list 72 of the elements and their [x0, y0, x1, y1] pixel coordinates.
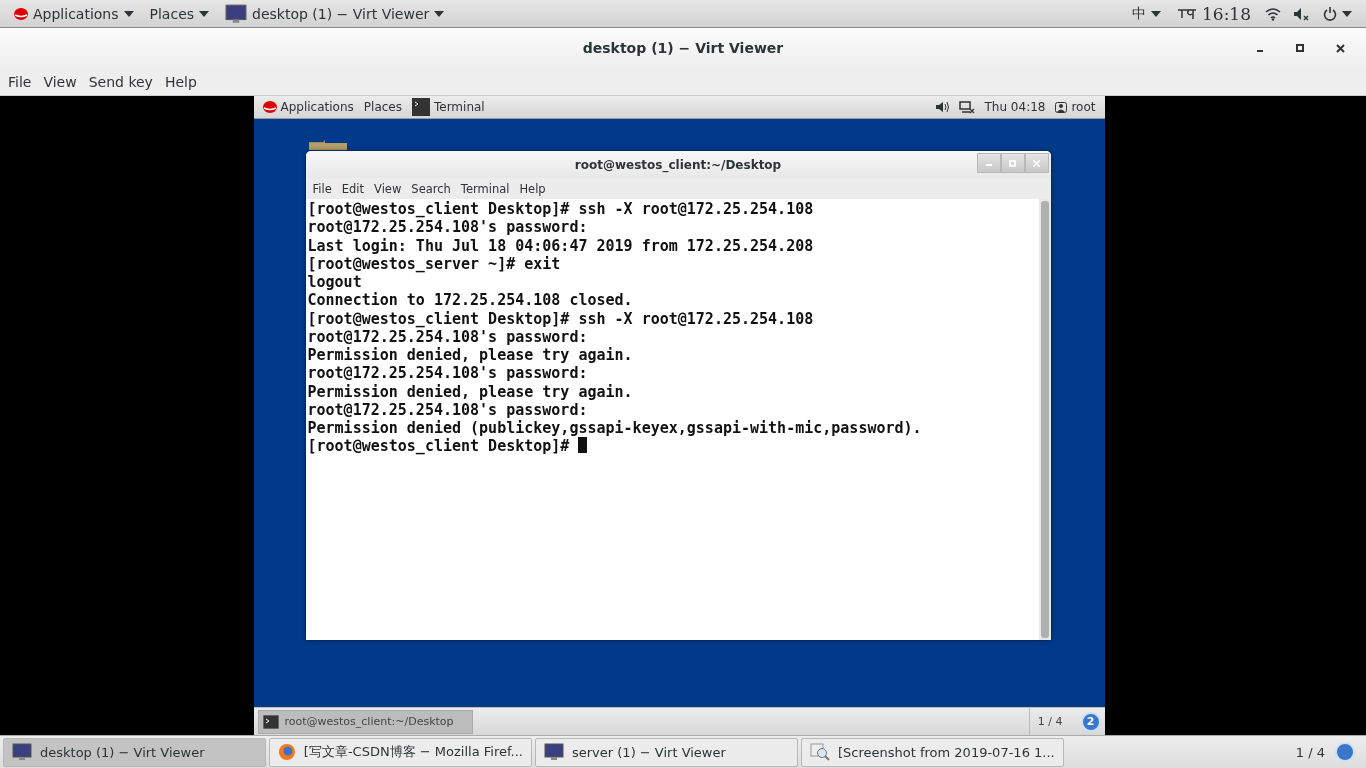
- menu-item[interactable]: Terminal: [455, 181, 515, 196]
- terminal-line: Connection to 172.25.254.108 closed.: [307, 291, 633, 310]
- menu-item[interactable]: View: [37, 73, 83, 90]
- applications-menu[interactable]: Applications: [6, 0, 142, 28]
- caret-icon: [199, 10, 210, 17]
- monitor-icon: [12, 742, 32, 762]
- terminal-icon: [262, 714, 279, 729]
- menu-item[interactable]: View: [369, 181, 407, 196]
- volume-muted-icon[interactable]: [1293, 6, 1309, 21]
- user-icon: [1055, 101, 1068, 113]
- caret-icon: [1151, 10, 1161, 17]
- taskbar-button[interactable]: [写文章-CSDN博客 − Mozilla Firef...: [269, 737, 532, 767]
- terminal-line: [root@westos_server ~]# exit: [307, 254, 561, 273]
- taskbar-button[interactable]: server (1) − Virt Viewer: [535, 737, 798, 767]
- maximize-icon: [1296, 44, 1304, 52]
- caret-icon: [1342, 10, 1352, 17]
- network-icon[interactable]: [958, 100, 975, 114]
- terminal-title: root@westos_client:~/Desktop: [574, 157, 782, 172]
- places-menu[interactable]: Places: [141, 0, 218, 28]
- terminal-line: [root@westos_client Desktop]# ssh -X root@172.25.254.108: [307, 309, 814, 328]
- menu-item[interactable]: File: [307, 181, 337, 196]
- menu-item[interactable]: Send key: [82, 73, 159, 90]
- terminal-icon: [411, 98, 430, 116]
- menu-item[interactable]: Search: [406, 181, 456, 196]
- terminal-line: logout: [307, 273, 362, 291]
- guest-applications-menu[interactable]: Applications: [257, 100, 359, 114]
- caret-icon: [123, 10, 134, 17]
- wifi-icon[interactable]: [1265, 6, 1281, 21]
- user-menu[interactable]: root: [1050, 100, 1101, 114]
- monitor-icon: [544, 742, 564, 762]
- caret-icon: [434, 10, 445, 17]
- browser-icon: [278, 742, 296, 762]
- terminal-line: Permission denied, please try again.: [307, 346, 633, 364]
- menu-item[interactable]: File: [2, 73, 38, 90]
- guest-clock[interactable]: Thu 04:18: [979, 100, 1051, 114]
- guest-app-menu[interactable]: Terminal: [406, 98, 490, 116]
- guest-places-menu[interactable]: Places: [358, 100, 407, 114]
- magnifier-icon: [810, 742, 830, 762]
- folder-icon[interactable]: [308, 140, 347, 150]
- taskbar-button[interactable]: desktop (1) − Virt Viewer: [3, 737, 266, 767]
- terminal-line: root@172.25.254.108's password:: [307, 400, 589, 419]
- workspace-indicator[interactable]: 1 / 4: [1037, 715, 1063, 728]
- terminal-line: [root@westos_client Desktop]#: [307, 437, 571, 456]
- input-method-menu[interactable]: 中: [1124, 0, 1169, 28]
- window-menu[interactable]: desktop (1) − Virt Viewer: [217, 0, 453, 28]
- clock[interactable]: 16:18: [1169, 0, 1259, 28]
- terminal-line: Permission denied, please try again.: [307, 382, 633, 401]
- keyboard-layout-icon: [1177, 6, 1197, 21]
- window-title: desktop (1) − Virt Viewer: [582, 40, 784, 56]
- workspace-indicator[interactable]: 1 / 4: [1295, 744, 1325, 760]
- workspace-icon[interactable]: [1335, 742, 1355, 762]
- terminal-line: [root@westos_client Desktop]# ssh -X root@172.25.254.108: [307, 200, 814, 218]
- terminal-line: root@172.25.254.108's password:: [307, 364, 589, 383]
- close-icon: [1335, 43, 1345, 53]
- redhat-icon: [262, 101, 277, 113]
- text-cursor: [578, 437, 588, 454]
- redhat-icon: [14, 7, 28, 20]
- close-icon: [1033, 159, 1040, 167]
- taskbar-button[interactable]: [Screenshot from 2019-07-16 1...: [801, 737, 1064, 767]
- menu-item[interactable]: Edit: [336, 181, 370, 196]
- volume-icon[interactable]: [934, 101, 949, 113]
- scrollbar-thumb[interactable]: [1040, 201, 1049, 638]
- terminal-line: Permission denied (publickey,gssapi-keyex,gssapi-with-mic,password).: [307, 419, 922, 437]
- terminal-line: root@172.25.254.108's password:: [307, 327, 589, 346]
- notification-badge[interactable]: 2: [1080, 711, 1101, 732]
- task-button[interactable]: root@westos_client:~/Desktop: [257, 709, 473, 734]
- maximize-icon: [1009, 159, 1016, 167]
- menu-item[interactable]: Help: [158, 73, 203, 90]
- power-icon: [1323, 6, 1337, 21]
- terminal-line: Last login: Thu Jul 18 04:06:47 2019 from 172.25.254.208: [307, 236, 814, 255]
- menu-item[interactable]: Help: [514, 181, 551, 196]
- terminal-line: root@172.25.254.108's password:: [307, 218, 589, 237]
